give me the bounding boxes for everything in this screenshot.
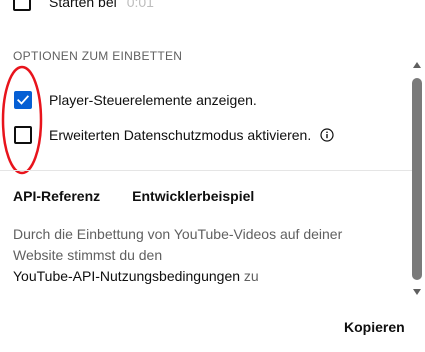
scrollbar-thumb[interactable] <box>412 78 422 280</box>
developer-links: API-Referenz Entwicklerbeispiel <box>13 188 254 204</box>
api-reference-link[interactable]: API-Referenz <box>13 188 100 204</box>
annotation-circle <box>1 65 43 175</box>
section-divider <box>0 170 412 171</box>
embed-options-title: OPTIONEN ZUM EINBETTEN <box>13 49 183 63</box>
start-at-checkbox[interactable] <box>13 0 31 11</box>
developer-example-link[interactable]: Entwicklerbeispiel <box>132 188 254 204</box>
scroll-down-arrow-icon[interactable] <box>413 289 421 295</box>
privacy-mode-row[interactable]: Erweiterten Datenschutzmodus aktivieren. <box>14 124 334 146</box>
privacy-mode-checkbox[interactable] <box>14 126 32 144</box>
embed-settings-panel: Starten bei 0:01 OPTIONEN ZUM EINBETTEN … <box>0 0 425 352</box>
checkmark-icon <box>17 95 29 105</box>
start-at-value[interactable]: 0:01 <box>127 0 154 10</box>
scroll-up-arrow-icon[interactable] <box>413 62 421 68</box>
show-player-controls-checkbox[interactable] <box>14 91 32 109</box>
privacy-mode-label: Erweiterten Datenschutzmodus aktivieren. <box>49 127 312 143</box>
show-player-controls-label: Player-Steuerelemente anzeigen. <box>49 92 257 108</box>
copy-button[interactable]: Kopieren <box>336 313 413 341</box>
terms-description-suffix: zu <box>240 268 259 284</box>
start-at-row: Starten bei 0:01 <box>13 0 154 12</box>
terms-description-text: Durch die Einbettung von YouTube-Videos … <box>13 226 343 263</box>
scrollbar[interactable] <box>410 62 424 300</box>
start-at-label: Starten bei <box>49 0 117 10</box>
info-icon[interactable] <box>320 128 334 142</box>
terms-description: Durch die Einbettung von YouTube-Videos … <box>13 224 383 287</box>
show-player-controls-row[interactable]: Player-Steuerelemente anzeigen. <box>14 89 257 111</box>
tos-link[interactable]: YouTube-API-Nutzungsbedingungen <box>13 268 240 284</box>
